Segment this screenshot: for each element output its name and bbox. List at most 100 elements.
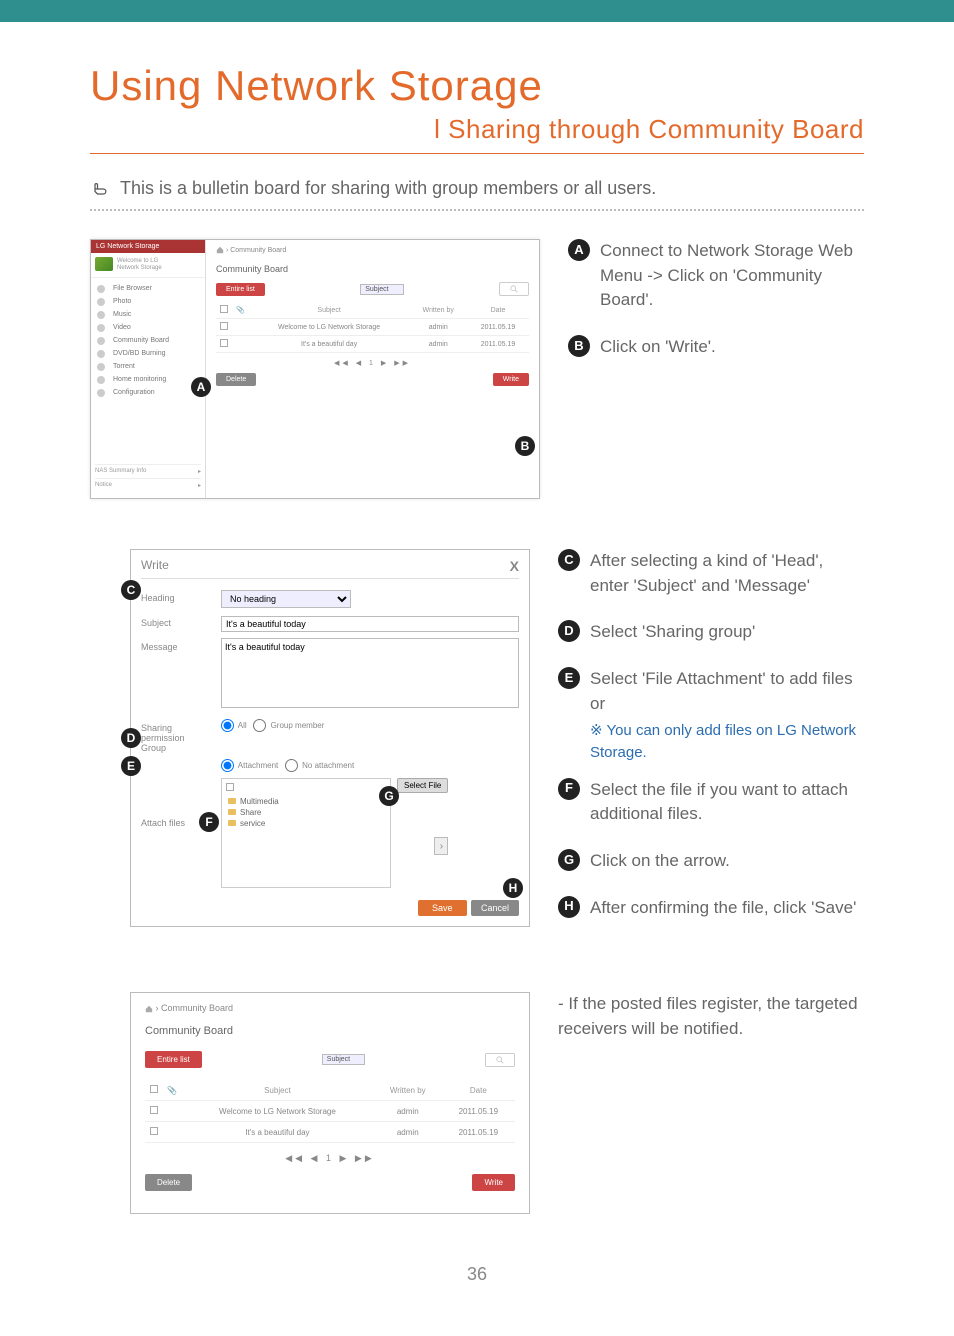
table-row[interactable]: Welcome to LG Network Storage admin 2011…: [216, 319, 529, 336]
heading-select[interactable]: No heading: [221, 590, 351, 608]
row-checkbox[interactable]: [150, 1127, 158, 1135]
page-title: Using Network Storage: [90, 62, 864, 110]
welcome-block: Welcome to LG Network Storage: [91, 253, 205, 278]
attachment-icon: 📎: [232, 302, 249, 319]
file-tree[interactable]: Multimedia Share service: [221, 778, 391, 888]
brand-bar: LG Network Storage: [91, 240, 205, 253]
arrow-right-icon[interactable]: ›: [434, 837, 448, 855]
expand-icon[interactable]: ▸: [198, 482, 201, 489]
callout-marker-h: H: [503, 878, 523, 898]
callout-note: - If the posted files register, the targ…: [558, 992, 864, 1041]
sidebar-item[interactable]: Music: [91, 308, 205, 321]
pager[interactable]: ◀◀ ◀ 1 ▶ ▶▶: [145, 1153, 515, 1164]
search-button[interactable]: [499, 282, 529, 296]
dialog-title: Write: [141, 558, 519, 572]
sidebar-item-community-board[interactable]: Community Board: [91, 334, 205, 347]
pointing-hand-icon: [90, 179, 110, 199]
row-date: 2011.05.19: [442, 1122, 515, 1143]
row-subject[interactable]: It's a beautiful day: [249, 336, 410, 353]
write-button[interactable]: Write: [493, 373, 529, 386]
screenshot-community-board: LG Network Storage Welcome to LG Network…: [90, 239, 540, 499]
callout-marker-e: E: [121, 756, 141, 776]
callout-marker-c: C: [121, 580, 141, 600]
subject-filter[interactable]: Subject: [322, 1054, 365, 1065]
badge-a: A: [568, 239, 590, 261]
entire-list-button[interactable]: Entire list: [216, 283, 265, 296]
sidebar-item[interactable]: Video: [91, 321, 205, 334]
home-icon[interactable]: [145, 1005, 153, 1013]
radio-no-attachment[interactable]: No attachment: [285, 761, 354, 770]
pager[interactable]: ◀◀ ◀ 1 ▶ ▶▶: [216, 359, 529, 367]
intro-row: This is a bulletin board for sharing wit…: [90, 178, 864, 199]
callout-marker-a: A: [191, 377, 211, 397]
delete-button[interactable]: Delete: [145, 1174, 192, 1191]
subject-input[interactable]: [221, 616, 519, 632]
select-all-checkbox[interactable]: [150, 1085, 158, 1093]
row-subject[interactable]: It's a beautiful day: [181, 1122, 374, 1143]
radio-all[interactable]: All: [221, 721, 247, 730]
callout-f: Select the file if you want to attach ad…: [590, 778, 864, 827]
sidebar-item[interactable]: Photo: [91, 295, 205, 308]
sidebar-item[interactable]: Configuration: [91, 386, 205, 399]
sidebar-item[interactable]: Torrent: [91, 360, 205, 373]
callout-h: After confirming the file, click 'Save': [590, 896, 856, 921]
dotted-divider: [90, 209, 864, 211]
delete-button[interactable]: Delete: [216, 373, 256, 386]
top-accent-bar: [0, 0, 954, 22]
nas-summary[interactable]: NAS Summary Info: [95, 468, 146, 475]
folder-icon[interactable]: Multimedia: [226, 796, 386, 807]
row-checkbox[interactable]: [150, 1106, 158, 1114]
callout-e: Select 'File Attachment' to add files or: [590, 667, 864, 716]
posts-table: 📎 Subject Written by Date Welcome to LG …: [145, 1080, 515, 1143]
radio-group-member[interactable]: Group member: [253, 721, 324, 730]
welcome-line2: Network Storage: [117, 265, 162, 271]
save-button[interactable]: Save: [418, 900, 467, 916]
select-all-checkbox[interactable]: [220, 305, 228, 313]
badge-c: C: [558, 549, 580, 571]
close-icon[interactable]: X: [510, 558, 519, 574]
attachment-icon: 📎: [163, 1080, 181, 1101]
entire-list-button[interactable]: Entire list: [145, 1051, 202, 1068]
write-button[interactable]: Write: [472, 1174, 515, 1191]
sharing-label: SharingpermissionGroup: [141, 719, 221, 753]
select-file-button[interactable]: Select File: [397, 778, 448, 793]
home-icon[interactable]: [216, 246, 224, 254]
sidebar-item[interactable]: Home monitoring: [91, 373, 205, 386]
table-row[interactable]: Welcome to LG Network Storage admin 2011…: [145, 1101, 515, 1122]
breadcrumb-text: › Community Board: [226, 247, 286, 254]
callout-a: Connect to Network Storage Web Menu -> C…: [600, 239, 864, 313]
message-textarea[interactable]: It's a beautiful today: [221, 638, 519, 708]
col-writtenby: Written by: [410, 302, 467, 319]
table-row[interactable]: It's a beautiful day admin 2011.05.19: [145, 1122, 515, 1143]
callout-marker-f: F: [199, 812, 219, 832]
search-button[interactable]: [485, 1053, 515, 1067]
row-subject[interactable]: Welcome to LG Network Storage: [249, 319, 410, 336]
sidebar-item[interactable]: DVD/BD Burning: [91, 347, 205, 360]
callout-d: Select 'Sharing group': [590, 620, 755, 645]
badge-g: G: [558, 849, 580, 871]
sidebar-nav: File Browser Photo Music Video Community…: [91, 278, 205, 403]
tree-root-checkbox[interactable]: [226, 783, 234, 791]
col-writtenby: Written by: [374, 1080, 442, 1101]
row-subject[interactable]: Welcome to LG Network Storage: [181, 1101, 374, 1122]
col-subject: Subject: [249, 302, 410, 319]
col-subject: Subject: [181, 1080, 374, 1101]
table-row[interactable]: It's a beautiful day admin 2011.05.19: [216, 336, 529, 353]
sidebar-item[interactable]: File Browser: [91, 282, 205, 295]
message-label: Message: [141, 638, 221, 713]
title-divider: [90, 153, 864, 154]
row-date: 2011.05.19: [467, 336, 529, 353]
badge-e: E: [558, 667, 580, 689]
folder-icon[interactable]: Share: [226, 807, 386, 818]
folder-icon[interactable]: service: [226, 818, 386, 829]
notice[interactable]: Notice: [95, 482, 112, 489]
heading-label: Heading: [141, 589, 221, 608]
subject-filter[interactable]: Subject: [360, 284, 403, 295]
row-author: admin: [374, 1122, 442, 1143]
row-checkbox[interactable]: [220, 322, 228, 330]
expand-icon[interactable]: ▸: [198, 468, 201, 475]
row-author: admin: [410, 319, 467, 336]
row-checkbox[interactable]: [220, 339, 228, 347]
cancel-button[interactable]: Cancel: [471, 900, 519, 916]
radio-attachment[interactable]: Attachment: [221, 761, 278, 770]
